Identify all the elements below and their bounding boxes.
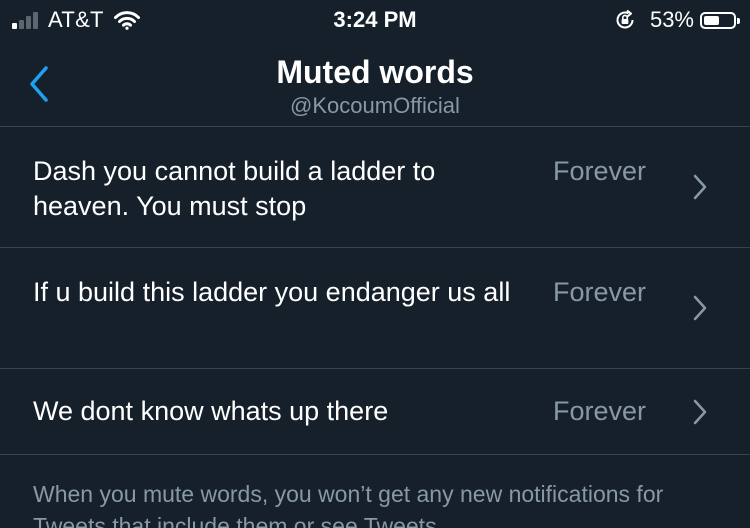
battery-icon: [700, 11, 740, 29]
status-bar-right: 53%: [614, 6, 740, 34]
muted-word-text: Dash you cannot build a ladder to heaven…: [33, 156, 436, 221]
status-bar: AT&T 3:24 PM 53%: [0, 0, 750, 40]
rotation-lock-icon: [614, 9, 636, 31]
battery-percent: 53%: [649, 7, 694, 32]
mute-duration: Forever: [553, 277, 647, 307]
page-subtitle: @KocoumOfficial: [290, 93, 460, 118]
chevron-right-icon: [693, 174, 707, 200]
muted-words-explanation: When you mute words, you won’t get any n…: [33, 481, 664, 528]
muted-word-row[interactable]: If u build this ladder you endanger us a…: [0, 248, 750, 369]
muted-word-text: We dont know whats up there: [33, 396, 389, 426]
mute-duration: Forever: [553, 396, 647, 426]
muted-words-list: Dash you cannot build a ladder to heaven…: [0, 127, 750, 455]
chevron-right-icon: [693, 399, 707, 425]
muted-word-row[interactable]: We dont know whats up there Forever: [0, 369, 750, 455]
mute-duration: Forever: [553, 156, 647, 186]
battery-fill: [704, 15, 719, 25]
muted-words-screen: AT&T 3:24 PM 53% Muted words @KocoumOffi…: [0, 0, 750, 528]
muted-word-text: If u build this ladder you endanger us a…: [33, 277, 511, 307]
muted-word-row[interactable]: Dash you cannot build a ladder to heaven…: [0, 127, 750, 248]
chevron-right-icon: [693, 295, 707, 321]
nav-header: Muted words @KocoumOfficial: [0, 40, 750, 127]
page-title: Muted words: [276, 54, 474, 90]
